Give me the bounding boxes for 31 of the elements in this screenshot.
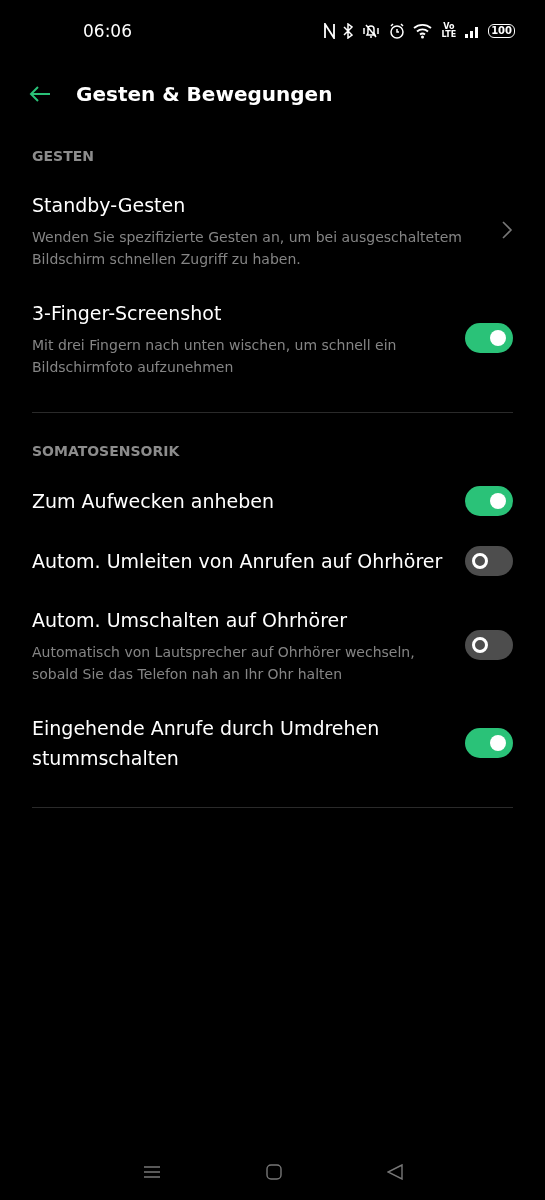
toggle-switch[interactable] [465,546,513,576]
setting-description: Wenden Sie spezifizierte Gesten an, um bei ausgeschaltetem Bildschirm schnellen Zugriff zu haben. [32,228,463,269]
back-button[interactable] [28,85,52,103]
signal-icon [464,24,481,38]
setting-title: Eingehende Anrufe durch Umdrehen stummschalten [32,716,381,771]
toggle-switch[interactable] [465,728,513,758]
status-time: 06:06 [83,21,133,41]
chevron-right-icon[interactable] [501,220,513,240]
section-label: SOMATOSENSORIK [31,442,181,461]
setting-title: Standby-Gesten [32,193,187,218]
setting-description: Automatisch von Lautsprecher auf Ohrhörer wechseln, sobald Sie das Telefon nah an Ihr Ohr halten [32,643,416,684]
back-icon [386,1164,403,1180]
section-label: GESTEN [31,147,95,166]
nfc-icon [324,23,336,39]
volte-label: Vo LTE [441,23,457,39]
setting-title: Autom. Umleiten von Anrufen auf Ohrhörer [32,549,444,574]
toggle-switch[interactable] [465,630,513,660]
toggle-switch[interactable] [465,323,513,353]
alarm-icon [389,23,406,39]
setting-title: 3-Finger-Screenshot [32,301,223,326]
home-icon [265,1164,282,1180]
setting-description: Mit drei Fingern nach unten wischen, um schnell ein Bildschirmfoto aufzunehmen [32,336,398,377]
setting-title: Autom. Umschalten auf Ohrhörer [32,608,349,633]
battery-level: 100 [488,24,515,38]
vibrate-icon [361,23,382,39]
page-title: Gesten & Bewegungen [76,82,333,106]
toggle-switch[interactable] [465,486,513,516]
wifi-icon [413,23,434,39]
bluetooth-icon [343,23,354,39]
setting-title: Zum Aufwecken anheben [32,489,275,514]
menu-icon [142,1164,161,1180]
